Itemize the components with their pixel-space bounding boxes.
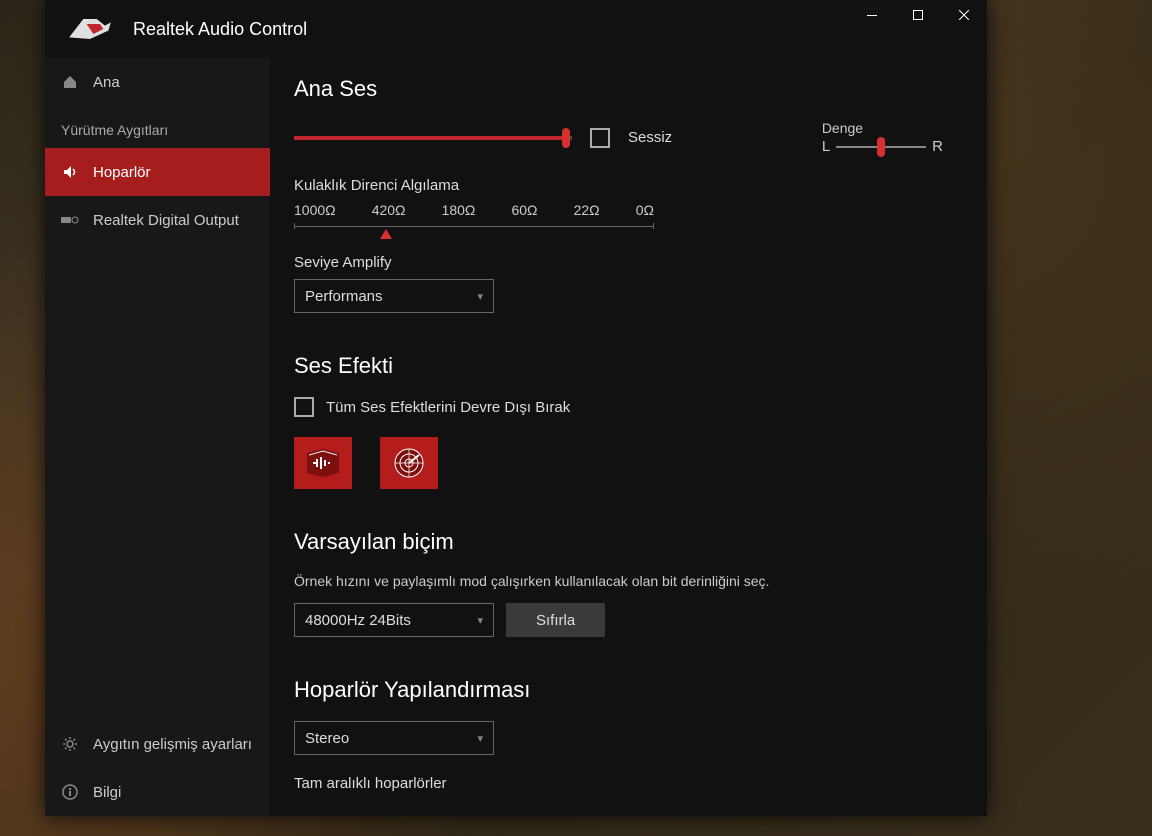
balance-left-label: L [822, 138, 830, 155]
sidebar-item-advanced[interactable]: Aygıtın gelişmiş ayarları [45, 720, 270, 768]
sidebar: Ana Yürütme Aygıtları Hoparlör Realtek D… [45, 58, 270, 816]
reset-button[interactable]: Sıfırla [506, 603, 605, 637]
balance-slider-thumb[interactable] [877, 137, 885, 157]
full-range-label: Tam aralıklı hoparlörler [294, 775, 963, 792]
disable-effects-label: Tüm Ses Efektlerini Devre Dışı Bırak [326, 399, 570, 416]
main-panel: Ana Ses Sessiz Denge L R [270, 58, 987, 816]
speaker-config-value: Stereo [305, 730, 349, 747]
sidebar-item-info[interactable]: Bilgi [45, 768, 270, 816]
balance-right-label: R [932, 138, 943, 155]
digital-output-icon [61, 211, 79, 229]
app-window: Realtek Audio Control Ana Yürütme Aygıtl… [45, 0, 987, 816]
balance-block: Denge L R [822, 120, 943, 155]
impedance-scale: 1000Ω 420Ω 180Ω 60Ω 22Ω 0Ω [294, 202, 654, 236]
balance-slider[interactable] [836, 146, 926, 148]
maximize-button[interactable] [895, 0, 941, 30]
info-icon [61, 783, 79, 801]
disable-effects-checkbox[interactable] [294, 397, 314, 417]
format-dropdown[interactable]: 48000Hz 24Bits ▾ [294, 603, 494, 637]
mute-label: Sessiz [628, 129, 672, 146]
sidebar-item-label: Ana [93, 74, 120, 91]
sidebar-item-label: Hoparlör [93, 164, 151, 181]
volume-slider-thumb[interactable] [562, 128, 570, 148]
close-button[interactable] [941, 0, 987, 30]
sidebar-section-playback: Yürütme Aygıtları [45, 106, 270, 148]
impedance-tick: 22Ω [574, 202, 600, 218]
window-controls [849, 0, 987, 30]
format-value: 48000Hz 24Bits [305, 612, 411, 629]
balance-title: Denge [822, 120, 943, 136]
minimize-button[interactable] [849, 0, 895, 30]
amplify-value: Performans [305, 288, 383, 305]
home-icon [61, 73, 79, 91]
sidebar-item-home[interactable]: Ana [45, 58, 270, 106]
speaker-icon [61, 163, 79, 181]
impedance-tick: 0Ω [636, 202, 654, 218]
format-desc: Örnek hızını ve paylaşımlı mod çalışırke… [294, 573, 963, 589]
impedance-title: Kulaklık Direnci Algılama [294, 177, 963, 194]
amplify-title: Seviye Amplify [294, 254, 963, 271]
section-speaker-config: Hoparlör Yapılandırması [294, 677, 963, 703]
chevron-down-icon: ▾ [477, 732, 483, 745]
mute-checkbox[interactable] [590, 128, 610, 148]
impedance-tick: 420Ω [372, 202, 406, 218]
chevron-down-icon: ▾ [477, 290, 483, 303]
impedance-marker-icon [380, 229, 392, 239]
volume-slider[interactable] [294, 136, 572, 140]
section-format: Varsayılan biçim [294, 529, 963, 555]
gear-icon [61, 735, 79, 753]
section-effects: Ses Efekti [294, 353, 963, 379]
chevron-down-icon: ▾ [477, 614, 483, 627]
sonic-radar-icon[interactable] [380, 437, 438, 489]
sidebar-item-speakers[interactable]: Hoparlör [45, 148, 270, 196]
sidebar-item-digital-output[interactable]: Realtek Digital Output [45, 196, 270, 244]
rog-logo-icon [65, 13, 115, 45]
sidebar-item-label: Bilgi [93, 784, 121, 801]
sidebar-item-label: Aygıtın gelişmiş ayarları [93, 736, 252, 753]
impedance-tick: 180Ω [442, 202, 476, 218]
sonic-studio-icon[interactable] [294, 437, 352, 489]
amplify-dropdown[interactable]: Performans ▾ [294, 279, 494, 313]
impedance-tick: 60Ω [511, 202, 537, 218]
titlebar: Realtek Audio Control [45, 0, 987, 58]
app-title: Realtek Audio Control [133, 19, 307, 40]
sidebar-item-label: Realtek Digital Output [93, 212, 239, 229]
speaker-config-dropdown[interactable]: Stereo ▾ [294, 721, 494, 755]
section-main-volume: Ana Ses [294, 76, 963, 102]
impedance-tick: 1000Ω [294, 202, 336, 218]
